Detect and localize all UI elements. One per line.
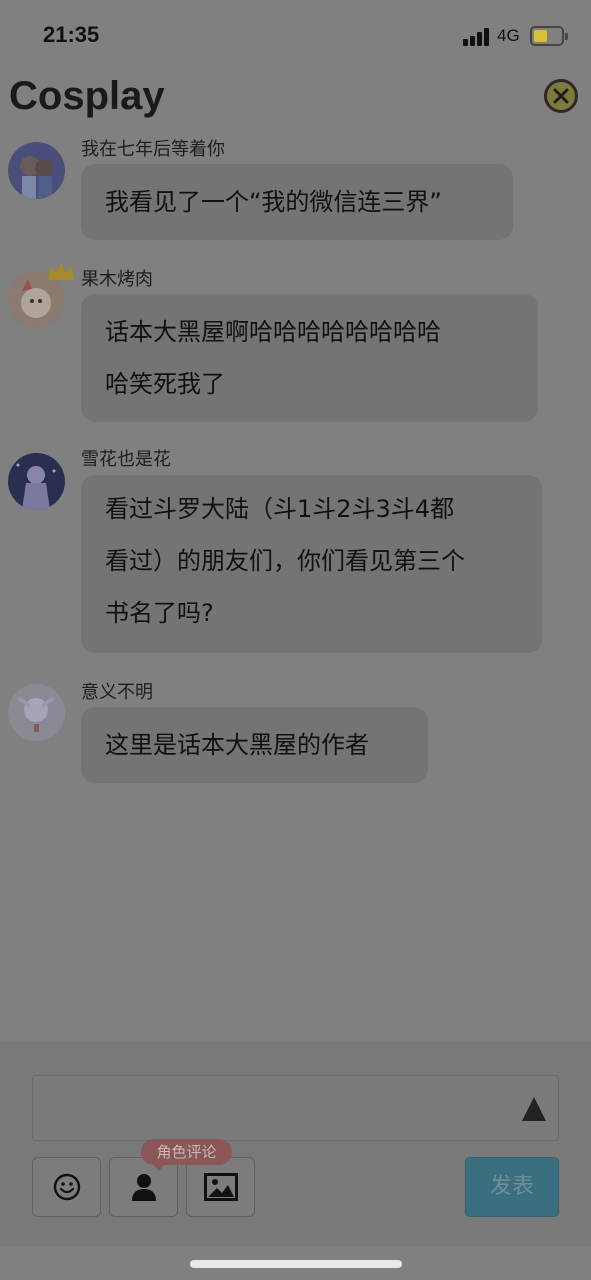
avatar[interactable]	[8, 684, 65, 741]
crown-icon	[48, 262, 74, 280]
close-button[interactable]	[544, 79, 578, 113]
comment-text: 看过斗罗大陆（斗1斗2斗3斗4都	[105, 495, 455, 523]
comment-username[interactable]: 我在七年后等着你	[81, 135, 225, 161]
avatar[interactable]	[8, 453, 65, 510]
avatar[interactable]	[8, 142, 65, 199]
send-button[interactable]: 发表	[465, 1157, 559, 1217]
image-icon	[203, 1173, 238, 1201]
comment-username[interactable]: 意义不明	[81, 678, 153, 704]
triangle-up-icon[interactable]	[522, 1097, 546, 1121]
comment-bubble: 看过斗罗大陆（斗1斗2斗3斗4都 看过）的朋友们，你们看见第三个 书名了吗?	[81, 475, 542, 653]
network-type: 4G	[497, 26, 520, 45]
comment-username[interactable]: 果木烤肉	[81, 265, 153, 291]
comment-input[interactable]	[32, 1075, 559, 1141]
role-comment-badge: 角色评论	[141, 1139, 232, 1171]
comment-composer: 角色评论 发表	[0, 1042, 591, 1246]
comment-text: 哈笑死我了	[105, 370, 225, 398]
comment-text: 看过）的朋友们，你们看见第三个	[105, 547, 465, 575]
comment-username[interactable]: 雪花也是花	[81, 445, 171, 471]
image-button[interactable]	[186, 1157, 255, 1217]
comment-bubble: 话本大黑屋啊哈哈哈哈哈哈哈哈 哈笑死我了	[81, 294, 538, 422]
comment-text: 书名了吗?	[105, 599, 214, 627]
page-title: Cosplay	[9, 74, 165, 118]
close-circle-icon	[553, 88, 569, 104]
comment-bubble: 我看见了一个“我的微信连三界”	[81, 164, 513, 240]
status-time: 21:35	[43, 22, 100, 47]
smiley-icon	[53, 1173, 80, 1201]
signal-icon	[463, 28, 491, 46]
home-indicator[interactable]	[190, 1260, 402, 1268]
comment-text: 这里是话本大黑屋的作者	[105, 731, 369, 759]
role-comment-button[interactable]	[109, 1157, 178, 1217]
comment-bubble: 这里是话本大黑屋的作者	[81, 707, 428, 783]
battery-icon	[530, 26, 568, 46]
status-bar: 21:35 4G	[0, 0, 591, 72]
person-icon	[131, 1174, 156, 1201]
emoji-button[interactable]	[32, 1157, 101, 1217]
comment-text: 话本大黑屋啊哈哈哈哈哈哈哈哈	[105, 318, 441, 346]
comment-text: 我看见了一个“我的微信连三界”	[105, 188, 442, 216]
